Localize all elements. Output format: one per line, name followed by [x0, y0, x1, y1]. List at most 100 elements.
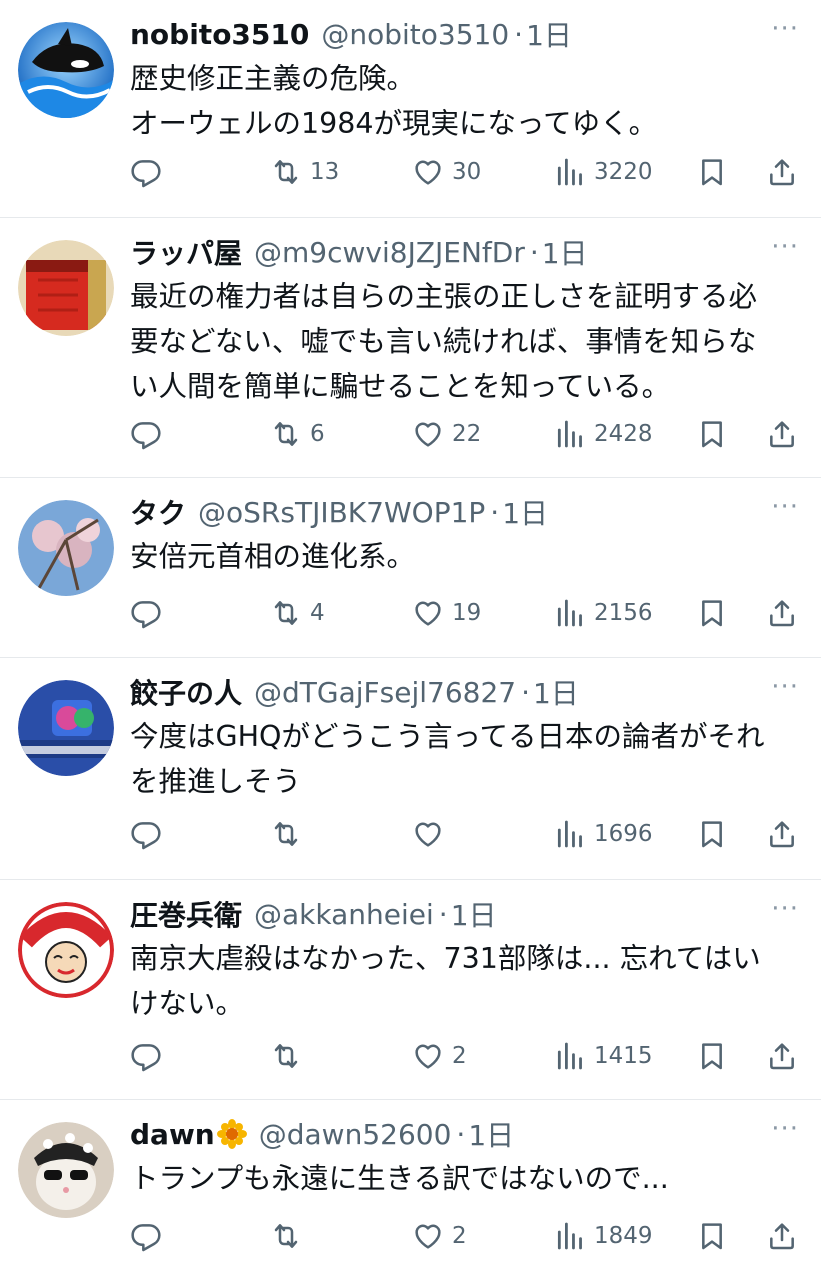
more-icon[interactable]: ··· [771, 494, 799, 520]
views-button[interactable]: 1849 [554, 1214, 653, 1258]
timestamp[interactable]: 1日 [502, 492, 548, 532]
display-name[interactable]: タク [130, 492, 186, 532]
timestamp[interactable]: 1日 [533, 672, 579, 712]
bookmark-button[interactable] [696, 1034, 728, 1078]
retweet-button[interactable] [270, 1034, 310, 1078]
more-icon[interactable]: ··· [771, 234, 799, 260]
bookmark-button[interactable] [696, 150, 728, 194]
retweet-button[interactable]: 13 [270, 150, 339, 194]
storefront-avatar-image [18, 680, 114, 776]
display-name[interactable]: 圧巻兵衛 [130, 894, 242, 934]
views-icon [554, 418, 586, 450]
view-count: 2428 [594, 421, 653, 447]
separator-dot: · [514, 17, 524, 51]
heart-icon [412, 156, 444, 188]
reply-icon [130, 1220, 162, 1252]
share-button[interactable] [766, 1034, 798, 1078]
reply-button[interactable] [130, 591, 162, 635]
bookmark-button[interactable] [696, 1214, 728, 1258]
separator-dot: · [490, 495, 500, 529]
timestamp[interactable]: 1日 [526, 14, 572, 54]
action-bar: 6 22 2428 [130, 412, 802, 456]
bookmark-button[interactable] [696, 591, 728, 635]
user-handle[interactable]: @akkanheiei [254, 898, 434, 931]
views-icon [554, 818, 586, 850]
display-name[interactable]: dawn [130, 1118, 215, 1151]
action-bar: 2 1849 [130, 1214, 802, 1258]
more-icon[interactable]: ··· [771, 896, 799, 922]
retweet-button[interactable] [270, 1214, 310, 1258]
user-handle[interactable]: @m9cwvi8JZJENfDr [254, 236, 525, 269]
tweet-text: 今度はGHQがどうこう言ってる日本の論者がそれ を推進しそう [130, 720, 765, 798]
reply-button[interactable] [130, 812, 162, 856]
retweet-button[interactable]: 6 [270, 412, 325, 456]
reply-button[interactable] [130, 1034, 162, 1078]
views-icon [554, 156, 586, 188]
avatar[interactable] [18, 240, 114, 336]
like-button[interactable]: 19 [412, 591, 481, 635]
timestamp[interactable]: 1日 [542, 232, 588, 272]
timestamp[interactable]: 1日 [451, 894, 497, 934]
like-count: 22 [452, 421, 482, 447]
share-icon [766, 1040, 798, 1072]
reply-button[interactable] [130, 412, 162, 456]
display-name[interactable]: nobito3510 [130, 18, 309, 51]
tweet-text: 安倍元首相の進化系。 [130, 540, 416, 573]
tweet[interactable]: 餃子の人 @dTGajFsejl76827 · 1日 ··· 今度はGHQがどう… [0, 658, 821, 880]
retweet-icon [270, 597, 302, 629]
display-name[interactable]: ラッパ屋 [130, 232, 242, 272]
like-button[interactable]: 2 [412, 1214, 467, 1258]
views-button[interactable]: 1696 [554, 812, 653, 856]
retweet-button[interactable]: 4 [270, 591, 325, 635]
avatar[interactable] [18, 500, 114, 596]
more-icon[interactable]: ··· [771, 16, 799, 42]
share-button[interactable] [766, 1214, 798, 1258]
retweet-button[interactable] [270, 812, 310, 856]
heart-icon [412, 418, 444, 450]
tweet-header: ラッパ屋 @m9cwvi8JZJENfDr · 1日 [130, 232, 588, 272]
bookmark-button[interactable] [696, 412, 728, 456]
reply-button[interactable] [130, 150, 162, 194]
user-handle[interactable]: @oSRsTJIBK7WOP1P [198, 496, 485, 529]
user-handle[interactable]: @nobito3510 [321, 18, 509, 51]
reply-icon [130, 818, 162, 850]
timestamp[interactable]: 1日 [468, 1114, 514, 1154]
bookmark-button[interactable] [696, 812, 728, 856]
share-button[interactable] [766, 591, 798, 635]
views-icon [554, 597, 586, 629]
share-button[interactable] [766, 150, 798, 194]
orca-avatar-image [18, 22, 114, 118]
retweet-icon [270, 156, 302, 188]
avatar[interactable] [18, 902, 114, 998]
tweet[interactable]: 圧巻兵衛 @akkanheiei · 1日 ··· 南京大虐殺はなかった、731… [0, 880, 821, 1100]
avatar[interactable] [18, 1122, 114, 1218]
retweet-icon [270, 818, 302, 850]
like-button[interactable] [412, 812, 452, 856]
user-handle[interactable]: @dawn52600 [259, 1118, 452, 1151]
hamster-avatar-image [18, 1122, 114, 1218]
views-icon [554, 1040, 586, 1072]
avatar[interactable] [18, 680, 114, 776]
like-button[interactable]: 2 [412, 1034, 467, 1078]
more-icon[interactable]: ··· [771, 1116, 799, 1142]
like-count: 19 [452, 600, 482, 626]
like-button[interactable]: 22 [412, 412, 481, 456]
share-button[interactable] [766, 812, 798, 856]
views-button[interactable]: 1415 [554, 1034, 653, 1078]
more-icon[interactable]: ··· [771, 674, 799, 700]
tweet[interactable]: タク @oSRsTJIBK7WOP1P · 1日 ··· 安倍元首相の進化系。 … [0, 478, 821, 658]
lantern-avatar-image [18, 240, 114, 336]
views-button[interactable]: 2428 [554, 412, 653, 456]
tweet-text: 最近の権力者は自らの主張の正しさを証明する必 要などない、嘘でも言い続ければ、事… [130, 280, 758, 403]
user-handle[interactable]: @dTGajFsejl76827 [254, 676, 516, 709]
avatar[interactable] [18, 22, 114, 118]
tweet[interactable]: nobito3510 @nobito3510 · 1日 ··· 歴史修正主義の危… [0, 0, 821, 218]
views-button[interactable]: 3220 [554, 150, 653, 194]
reply-button[interactable] [130, 1214, 162, 1258]
tweet[interactable]: dawn @dawn52600 · 1日 ··· トランプも永遠に生きる訳ではな… [0, 1100, 821, 1280]
like-button[interactable]: 30 [412, 150, 481, 194]
tweet[interactable]: ラッパ屋 @m9cwvi8JZJENfDr · 1日 ··· 最近の権力者は自ら… [0, 218, 821, 478]
share-button[interactable] [766, 412, 798, 456]
display-name[interactable]: 餃子の人 [130, 672, 242, 712]
views-button[interactable]: 2156 [554, 591, 653, 635]
